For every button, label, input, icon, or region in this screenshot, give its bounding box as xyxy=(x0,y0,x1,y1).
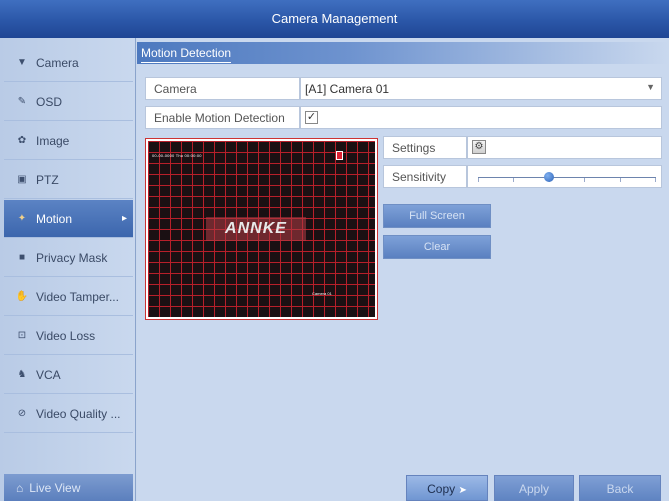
enable-motion-label: Enable Motion Detection xyxy=(154,111,285,125)
main-panel: Motion Detection Camera [A1] Camera 01 ▼… xyxy=(137,38,669,501)
slider-tick xyxy=(584,178,585,182)
sidebar-item-label: Camera xyxy=(36,55,79,70)
back-button[interactable]: Back xyxy=(579,475,661,501)
preview-logo: ANNKE xyxy=(206,217,306,241)
enable-motion-cell: ✓ xyxy=(300,106,662,129)
sensitivity-label: Sensitivity xyxy=(392,170,447,184)
privacy-mask-icon: ■ xyxy=(18,252,26,263)
sidebar-item-image[interactable]: ✿ Image xyxy=(4,122,133,160)
sidebar-item-label: VCA xyxy=(36,367,61,382)
sidebar-item-camera[interactable]: ▼ Camera xyxy=(4,44,133,82)
sensitivity-label-cell: Sensitivity xyxy=(383,165,467,188)
slider-tick xyxy=(620,178,621,182)
sidebar-item-label: Video Loss xyxy=(36,328,96,343)
sidebar-item-label: Motion xyxy=(36,211,73,226)
sidebar-item-video-quality[interactable]: ⊘ Video Quality ... xyxy=(4,395,133,433)
sidebar-item-video-tamper[interactable]: ✋ Video Tamper... xyxy=(4,278,133,316)
sidebar-item-label: Video Tamper... xyxy=(36,289,119,304)
settings-label: Settings xyxy=(392,141,436,155)
sidebar: ▼ Camera ✎ OSD ✿ Image ▣ PTZ ✦ Motion ▸ … xyxy=(0,38,136,501)
video-tamper-icon: ✋ xyxy=(15,291,29,302)
sidebar-item-label: Privacy Mask xyxy=(36,250,108,265)
sidebar-item-privacy-mask[interactable]: ■ Privacy Mask xyxy=(4,239,133,277)
camera-label: Camera xyxy=(154,82,197,96)
sidebar-item-motion[interactable]: ✦ Motion ▸ xyxy=(4,200,133,238)
image-icon: ✿ xyxy=(17,135,27,146)
chevron-right-icon: ▸ xyxy=(121,213,127,224)
live-view-button[interactable]: ⌂ Live View xyxy=(4,474,133,501)
motion-icon: ✦ xyxy=(17,213,27,224)
preview-video: 00-00-0000 Thu 00:00:00 ANNKE Camera 01 xyxy=(148,141,375,317)
home-icon: ⌂ xyxy=(16,480,24,495)
settings-label-cell: Settings xyxy=(383,136,467,159)
sidebar-item-label: Video Quality ... xyxy=(36,406,121,421)
window-title: Camera Management xyxy=(0,0,669,38)
osd-time: 00-00-0000 Thu 00:00:00 xyxy=(152,153,202,158)
camera-value: [A1] Camera 01 xyxy=(305,82,390,96)
osd-icon: ✎ xyxy=(17,96,27,107)
sidebar-item-ptz[interactable]: ▣ PTZ xyxy=(4,161,133,199)
sensitivity-slider[interactable] xyxy=(478,166,656,188)
full-screen-button[interactable]: Full Screen xyxy=(383,204,491,228)
copy-button[interactable]: Copy ➤ xyxy=(406,475,488,501)
enable-motion-checkbox[interactable]: ✓ xyxy=(305,111,318,124)
apply-button[interactable]: Apply xyxy=(494,475,574,501)
cursor-icon: ➤ xyxy=(458,485,467,496)
settings-cell: ⚙ xyxy=(467,136,662,159)
section-title: Motion Detection xyxy=(141,46,232,63)
record-icon xyxy=(336,151,343,160)
settings-gear-icon[interactable]: ⚙ xyxy=(472,140,486,154)
clear-button[interactable]: Clear xyxy=(383,235,491,259)
live-view-label: Live View xyxy=(29,480,81,495)
sidebar-item-label: OSD xyxy=(36,94,63,109)
enable-label-cell: Enable Motion Detection xyxy=(145,106,300,129)
slider-track xyxy=(478,177,656,178)
motion-preview[interactable]: 00-00-0000 Thu 00:00:00 ANNKE Camera 01 xyxy=(145,138,378,320)
camera-select[interactable]: [A1] Camera 01 ▼ xyxy=(300,77,662,100)
slider-handle[interactable] xyxy=(544,172,555,182)
vca-icon: ♞ xyxy=(17,369,27,380)
sidebar-item-label: Image xyxy=(36,133,70,148)
chevron-down-icon: ▼ xyxy=(646,82,655,92)
slider-tick xyxy=(513,178,514,182)
camera-label-cell: Camera xyxy=(145,77,300,100)
camera-icon: ▼ xyxy=(17,57,27,68)
video-quality-icon: ⊘ xyxy=(17,408,27,419)
slider-tick xyxy=(478,178,479,182)
ptz-icon: ▣ xyxy=(17,174,27,185)
osd-camera-name: Camera 01 xyxy=(312,291,332,296)
sidebar-item-osd[interactable]: ✎ OSD xyxy=(4,83,133,121)
copy-label: Copy xyxy=(427,482,456,496)
sidebar-item-label: PTZ xyxy=(36,172,59,187)
video-loss-icon: ⊡ xyxy=(17,330,27,341)
sensitivity-slider-cell xyxy=(467,165,662,188)
sidebar-item-video-loss[interactable]: ⊡ Video Loss xyxy=(4,317,133,355)
sidebar-item-vca[interactable]: ♞ VCA xyxy=(4,356,133,394)
slider-tick xyxy=(655,178,656,182)
